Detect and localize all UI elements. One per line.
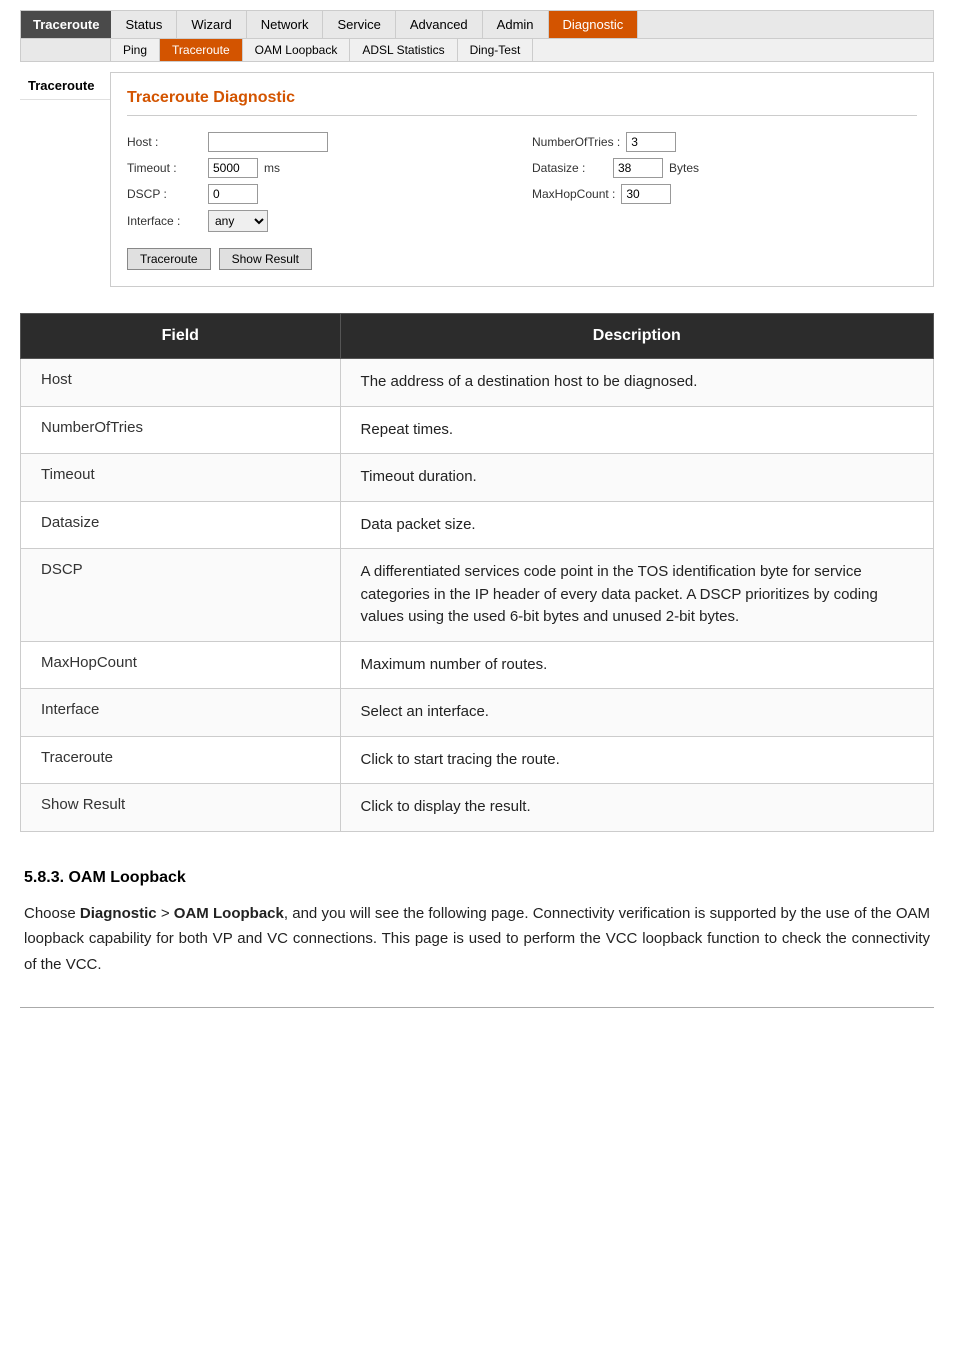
host-row: Host : <box>127 132 512 152</box>
oam-paragraph: Choose Diagnostic > OAM Loopback, and yo… <box>24 901 930 978</box>
field-cell-3: Datasize <box>21 501 341 549</box>
field-cell-8: Show Result <box>21 784 341 832</box>
nav-tabs-top: StatusWizardNetworkServiceAdvancedAdminD… <box>111 11 933 38</box>
datasize-unit: Bytes <box>669 161 699 175</box>
oam-heading: 5.8.3. OAM Loopback <box>24 864 930 891</box>
dscp-row: DSCP : <box>127 184 512 204</box>
form-buttons: Traceroute Show Result <box>127 248 917 270</box>
nav-tab-diagnostic[interactable]: Diagnostic <box>549 11 639 38</box>
interface-label: Interface : <box>127 214 202 228</box>
numtries-input[interactable] <box>626 132 676 152</box>
sub-nav: PingTracerouteOAM LoopbackADSL Statistic… <box>20 39 934 62</box>
nav-tab-advanced[interactable]: Advanced <box>396 11 483 38</box>
field-table: Field Description HostThe address of a d… <box>20 313 934 832</box>
numtries-row: NumberOfTries : <box>532 132 917 152</box>
col-field-header: Field <box>21 314 341 359</box>
field-cell-1: NumberOfTries <box>21 406 341 454</box>
timeout-label: Timeout : <box>127 161 202 175</box>
desc-cell-6: Select an interface. <box>340 689 933 737</box>
panel-title: Traceroute Diagnostic <box>127 89 917 116</box>
host-label: Host : <box>127 135 202 149</box>
interface-select[interactable]: any <box>208 210 268 232</box>
maxhopcount-row: MaxHopCount : <box>532 184 917 204</box>
desc-cell-1: Repeat times. <box>340 406 933 454</box>
desc-cell-7: Click to start tracing the route. <box>340 736 933 784</box>
traceroute-button[interactable]: Traceroute <box>127 248 211 270</box>
field-cell-7: Traceroute <box>21 736 341 784</box>
timeout-input[interactable] <box>208 158 258 178</box>
content-panel: Traceroute Diagnostic Host : Timeout : m… <box>110 72 934 287</box>
datasize-label: Datasize : <box>532 161 607 175</box>
col-desc-header: Description <box>340 314 933 359</box>
field-cell-4: DSCP <box>21 549 341 642</box>
nav-wrapper: Traceroute StatusWizardNetworkServiceAdv… <box>0 0 954 62</box>
maxhopcount-input[interactable] <box>621 184 671 204</box>
maxhopcount-label: MaxHopCount : <box>532 187 615 201</box>
datasize-row: Datasize : Bytes <box>532 158 917 178</box>
sub-nav-tabs: PingTracerouteOAM LoopbackADSL Statistic… <box>111 39 533 61</box>
bottom-rule <box>20 1007 934 1008</box>
nav-tab-status[interactable]: Status <box>111 11 177 38</box>
oam-loopback-bold: OAM Loopback <box>174 905 284 922</box>
nav-label: Traceroute <box>21 11 111 38</box>
nav-tab-admin[interactable]: Admin <box>483 11 549 38</box>
sub-nav-tab-adsl-statistics[interactable]: ADSL Statistics <box>350 39 457 61</box>
sidebar-item-traceroute[interactable]: Traceroute <box>20 72 110 100</box>
top-nav: Traceroute StatusWizardNetworkServiceAdv… <box>20 10 934 39</box>
sub-nav-tab-ding-test[interactable]: Ding-Test <box>458 39 534 61</box>
field-cell-6: Interface <box>21 689 341 737</box>
desc-cell-0: The address of a destination host to be … <box>340 359 933 407</box>
field-cell-0: Host <box>21 359 341 407</box>
numtries-label: NumberOfTries : <box>532 135 620 149</box>
form-left: Host : Timeout : ms DSCP : Interface : a… <box>127 132 512 232</box>
timeout-row: Timeout : ms <box>127 158 512 178</box>
dscp-label: DSCP : <box>127 187 202 201</box>
sidebar: Traceroute <box>20 72 110 287</box>
sub-nav-tab-oam-loopback[interactable]: OAM Loopback <box>243 39 351 61</box>
diagnostic-bold: Diagnostic <box>80 905 157 922</box>
bottom-section: 5.8.3. OAM Loopback Choose Diagnostic > … <box>0 848 954 1008</box>
sub-nav-label <box>21 39 111 61</box>
desc-cell-4: A differentiated services code point in … <box>340 549 933 642</box>
form-right: NumberOfTries : Datasize : Bytes MaxHopC… <box>532 132 917 232</box>
sub-nav-tab-ping[interactable]: Ping <box>111 39 160 61</box>
nav-tab-network[interactable]: Network <box>247 11 324 38</box>
host-input[interactable] <box>208 132 328 152</box>
interface-row: Interface : any <box>127 210 512 232</box>
field-cell-2: Timeout <box>21 454 341 502</box>
sub-nav-tab-traceroute[interactable]: Traceroute <box>160 39 243 61</box>
datasize-input[interactable] <box>613 158 663 178</box>
form-grid: Host : Timeout : ms DSCP : Interface : a… <box>127 132 917 232</box>
show-result-button[interactable]: Show Result <box>219 248 312 270</box>
desc-cell-3: Data packet size. <box>340 501 933 549</box>
main-area: Traceroute Traceroute Diagnostic Host : … <box>0 62 954 297</box>
dscp-input[interactable] <box>208 184 258 204</box>
nav-tab-wizard[interactable]: Wizard <box>177 11 246 38</box>
timeout-unit: ms <box>264 161 280 175</box>
desc-cell-5: Maximum number of routes. <box>340 641 933 689</box>
nav-tab-service[interactable]: Service <box>323 11 395 38</box>
field-cell-5: MaxHopCount <box>21 641 341 689</box>
desc-cell-2: Timeout duration. <box>340 454 933 502</box>
desc-cell-8: Click to display the result. <box>340 784 933 832</box>
